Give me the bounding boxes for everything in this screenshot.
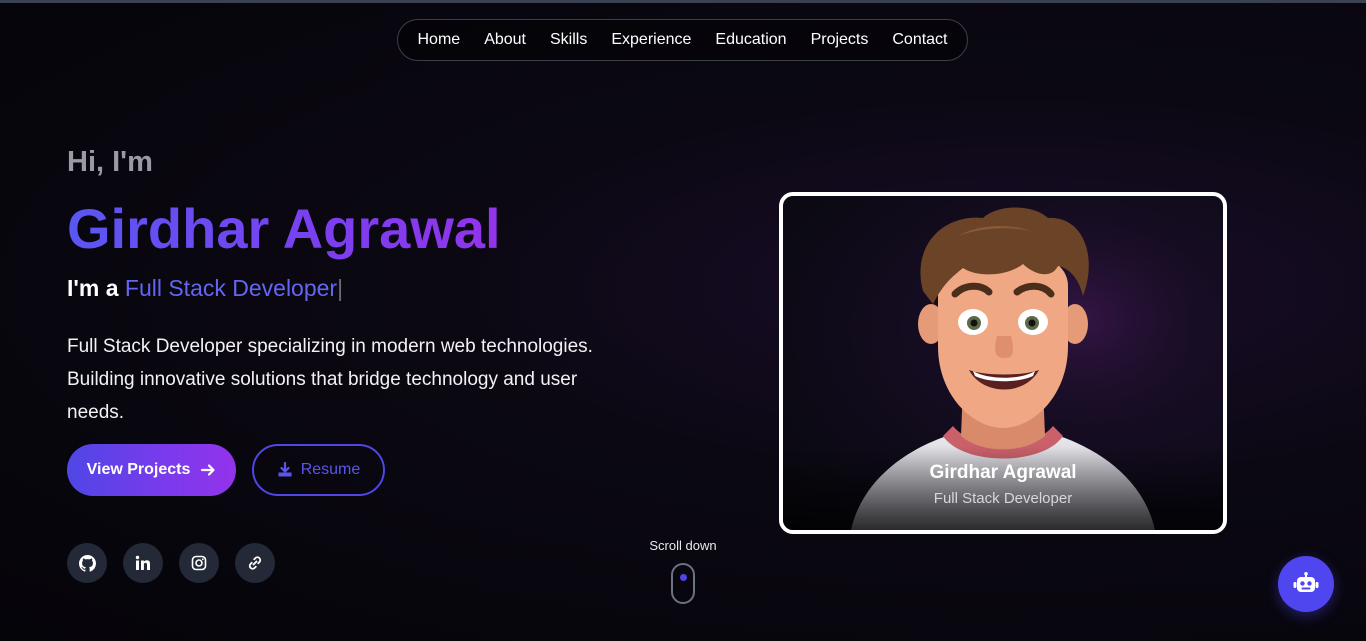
linkedin-link[interactable]	[123, 543, 163, 583]
social-links	[67, 543, 275, 583]
arrow-right-icon	[201, 464, 215, 476]
hero-role: I'm a Full Stack Developer|	[67, 275, 343, 302]
view-projects-label: View Projects	[86, 461, 191, 478]
scroll-down-label: Scroll down	[649, 538, 717, 553]
hero-description: Full Stack Developer specializing in mod…	[67, 336, 593, 423]
resume-button[interactable]: Resume	[252, 444, 385, 496]
role-typed-text: Full Stack Developer	[124, 275, 338, 301]
scroll-wheel-dot	[680, 574, 687, 581]
chatbot-button[interactable]	[1278, 556, 1334, 612]
nav-contact[interactable]: Contact	[880, 31, 959, 49]
link-icon	[248, 556, 262, 570]
main-nav: Home About Skills Experience Education P…	[397, 19, 968, 61]
nav-skills[interactable]: Skills	[538, 31, 599, 49]
typing-cursor: |	[337, 275, 344, 301]
profile-card-role: Full Stack Developer	[933, 490, 1073, 507]
scroll-down-indicator[interactable]	[671, 563, 695, 604]
view-projects-button[interactable]: View Projects	[67, 444, 236, 496]
linkedin-icon	[135, 555, 150, 570]
role-prefix: I'm a	[67, 275, 119, 301]
nav-about[interactable]: About	[472, 31, 538, 49]
hero-name: Girdhar Agrawal	[67, 197, 501, 260]
instagram-link[interactable]	[179, 543, 219, 583]
download-icon	[278, 462, 292, 477]
robot-icon	[1293, 572, 1319, 592]
nav-experience[interactable]: Experience	[599, 31, 703, 49]
window-top-border	[0, 0, 1366, 3]
resume-label: Resume	[300, 461, 361, 478]
instagram-icon	[191, 555, 207, 571]
nav-projects[interactable]: Projects	[799, 31, 881, 49]
nav-home[interactable]: Home	[406, 31, 473, 49]
github-icon	[78, 554, 96, 572]
portfolio-link[interactable]	[235, 543, 275, 583]
nav-education[interactable]: Education	[703, 31, 798, 49]
profile-card-name: Girdhar Agrawal	[929, 462, 1077, 483]
profile-card: Girdhar Agrawal Full Stack Developer	[779, 192, 1227, 534]
github-link[interactable]	[67, 543, 107, 583]
hero-greeting: Hi, I'm	[67, 146, 153, 178]
